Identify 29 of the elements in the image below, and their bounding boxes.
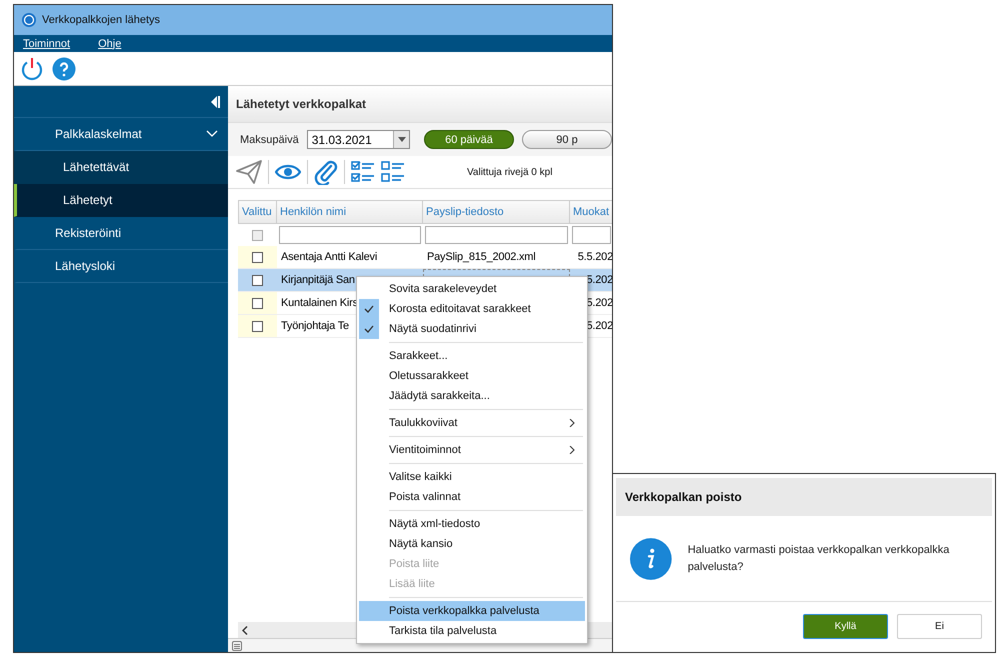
date-dropdown[interactable]: 31.03.2021	[306, 130, 410, 149]
column-header[interactable]: Valittu	[238, 200, 277, 224]
menu-item[interactable]: Oletussarakkeet	[359, 366, 585, 386]
cancel-button[interactable]: Ei	[897, 614, 982, 638]
confirm-button[interactable]: Kyllä	[803, 614, 888, 638]
menu-item[interactable]: Näytä kansio	[359, 534, 585, 554]
dialog-title: Verkkopalkan poisto	[616, 478, 992, 516]
sidebar-item[interactable]: Lähetettävät	[14, 151, 228, 184]
menu-item[interactable]: Poista verkkopalkka palvelusta	[359, 601, 585, 621]
window-title: Verkkopalkkojen lähetys	[42, 14, 160, 26]
selected-count: Valittuja rivejä 0 kpl	[467, 166, 552, 178]
date-label: Maksupäivä	[240, 134, 299, 146]
menu-item[interactable]: Valitse kaikki	[359, 467, 585, 487]
menu-item[interactable]: Poista valinnat	[359, 487, 585, 507]
menu-item[interactable]: Taulukkoviivat	[359, 413, 585, 433]
sidebar-item[interactable]: Lähetetyt	[14, 184, 228, 217]
column-header[interactable]: Payslip-tiedosto	[423, 200, 570, 224]
menu-item[interactable]: Toiminnot	[23, 38, 70, 50]
range-button[interactable]: 90 p	[522, 130, 612, 149]
dialog-message: Haluatko varmasti poistaa verkkopalkan verkkopalkka palvelusta?	[688, 543, 950, 574]
column-header[interactable]: Muokat	[570, 200, 612, 224]
menu-item[interactable]: Vientitoiminnot	[359, 440, 585, 460]
menu-item[interactable]: Tarkista tila palvelusta	[359, 621, 585, 641]
menu-item[interactable]: Ohje	[98, 38, 122, 50]
column-header[interactable]: Henkilön nimi	[277, 200, 423, 224]
menu-item[interactable]: Jäädytä sarakkeita...	[359, 386, 585, 406]
menu-item[interactable]: Sarakkeet...	[359, 346, 585, 366]
range-button[interactable]: 60 päivää	[424, 130, 514, 149]
menu-item[interactable]: Näytä xml-tiedosto	[359, 514, 585, 534]
